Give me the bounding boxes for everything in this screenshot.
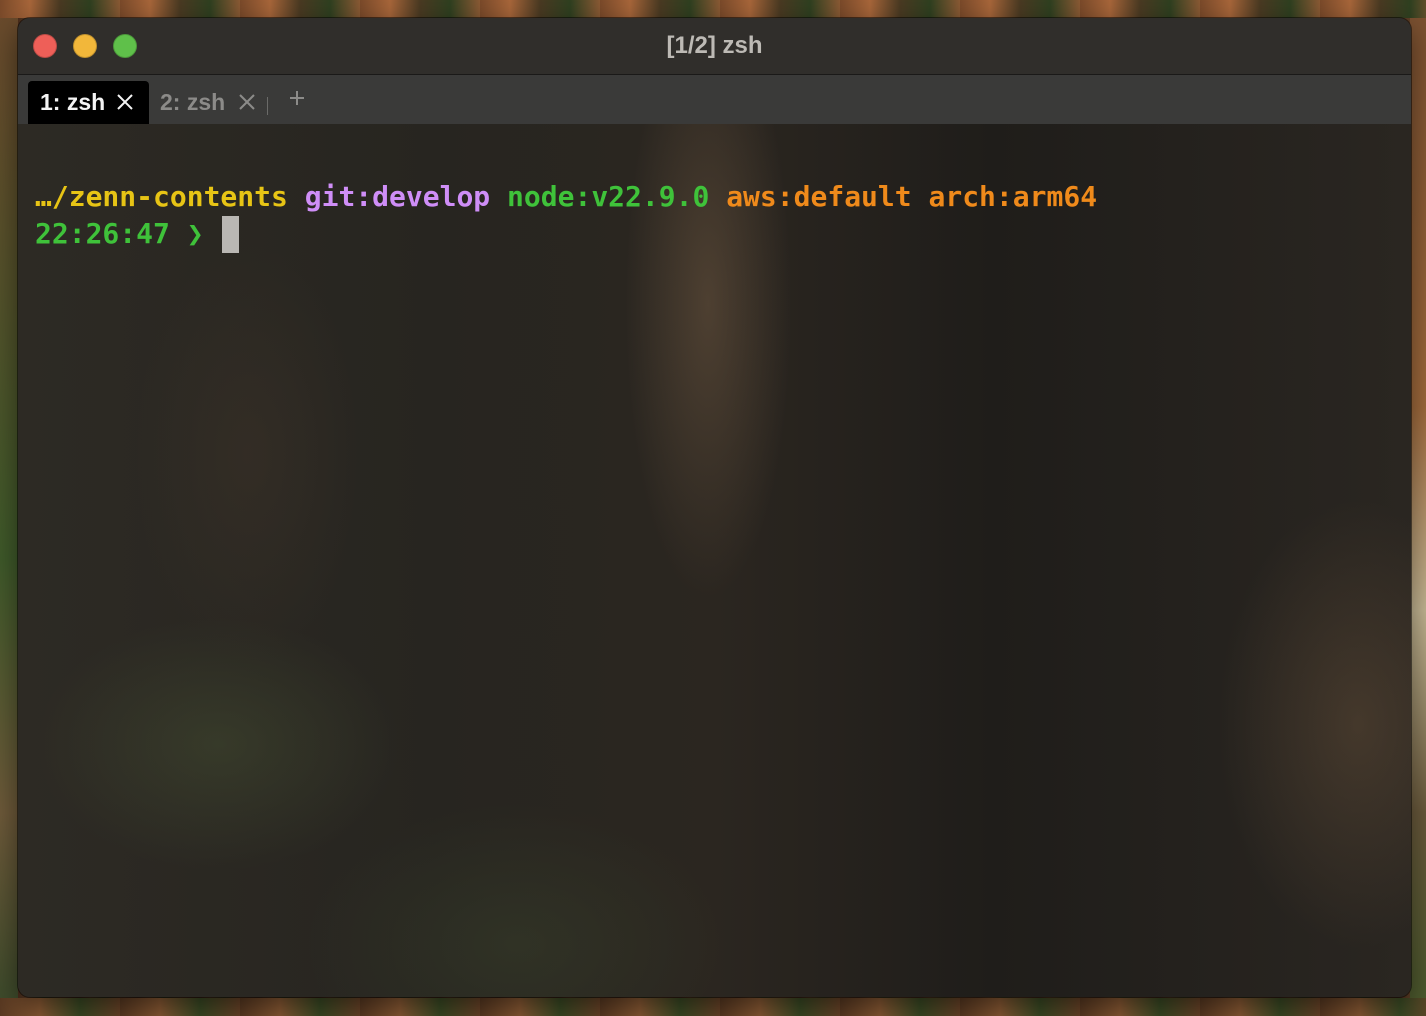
prompt-arch: arch:arm64: [928, 180, 1098, 213]
text-cursor: [222, 216, 239, 253]
desktop-background-bottom: [0, 998, 1426, 1016]
tab-label: 2: zsh: [160, 89, 226, 115]
desktop-background-left: [0, 0, 18, 1016]
tab-2[interactable]: 2: zsh: [149, 81, 271, 124]
prompt-aws-profile: aws:default: [726, 180, 912, 213]
terminal-window: [1/2] zsh 1: zsh 2: zsh …/zenn-contents …: [18, 18, 1411, 997]
prompt-path: …/zenn-contents: [35, 180, 288, 213]
plus-icon: [288, 89, 306, 112]
close-icon[interactable]: [113, 90, 137, 114]
prompt-git-branch: git:develop: [304, 180, 491, 213]
prompt-input-line: 22:26:47 ❯: [35, 217, 204, 250]
close-icon[interactable]: [235, 90, 259, 114]
prompt-info-line: …/zenn-contents git:develop node:v22.9.0…: [35, 180, 1097, 213]
title-bar[interactable]: [1/2] zsh: [18, 18, 1411, 75]
desktop-background-top: [0, 0, 1426, 18]
tab-1[interactable]: 1: zsh: [28, 81, 149, 124]
prompt-node-version: node:v22.9.0: [507, 180, 710, 213]
prompt-time: 22:26:47: [35, 217, 170, 250]
tab-bar: 1: zsh 2: zsh: [18, 75, 1411, 124]
tab-label: 1: zsh: [40, 89, 106, 115]
terminal-pane[interactable]: …/zenn-contents git:develop node:v22.9.0…: [18, 124, 1411, 997]
new-tab-button[interactable]: [284, 85, 310, 115]
prompt-symbol: ❯: [186, 217, 204, 250]
desktop-background-right: [1410, 0, 1426, 1016]
window-title: [1/2] zsh: [666, 32, 763, 59]
tab-divider: [267, 97, 268, 115]
